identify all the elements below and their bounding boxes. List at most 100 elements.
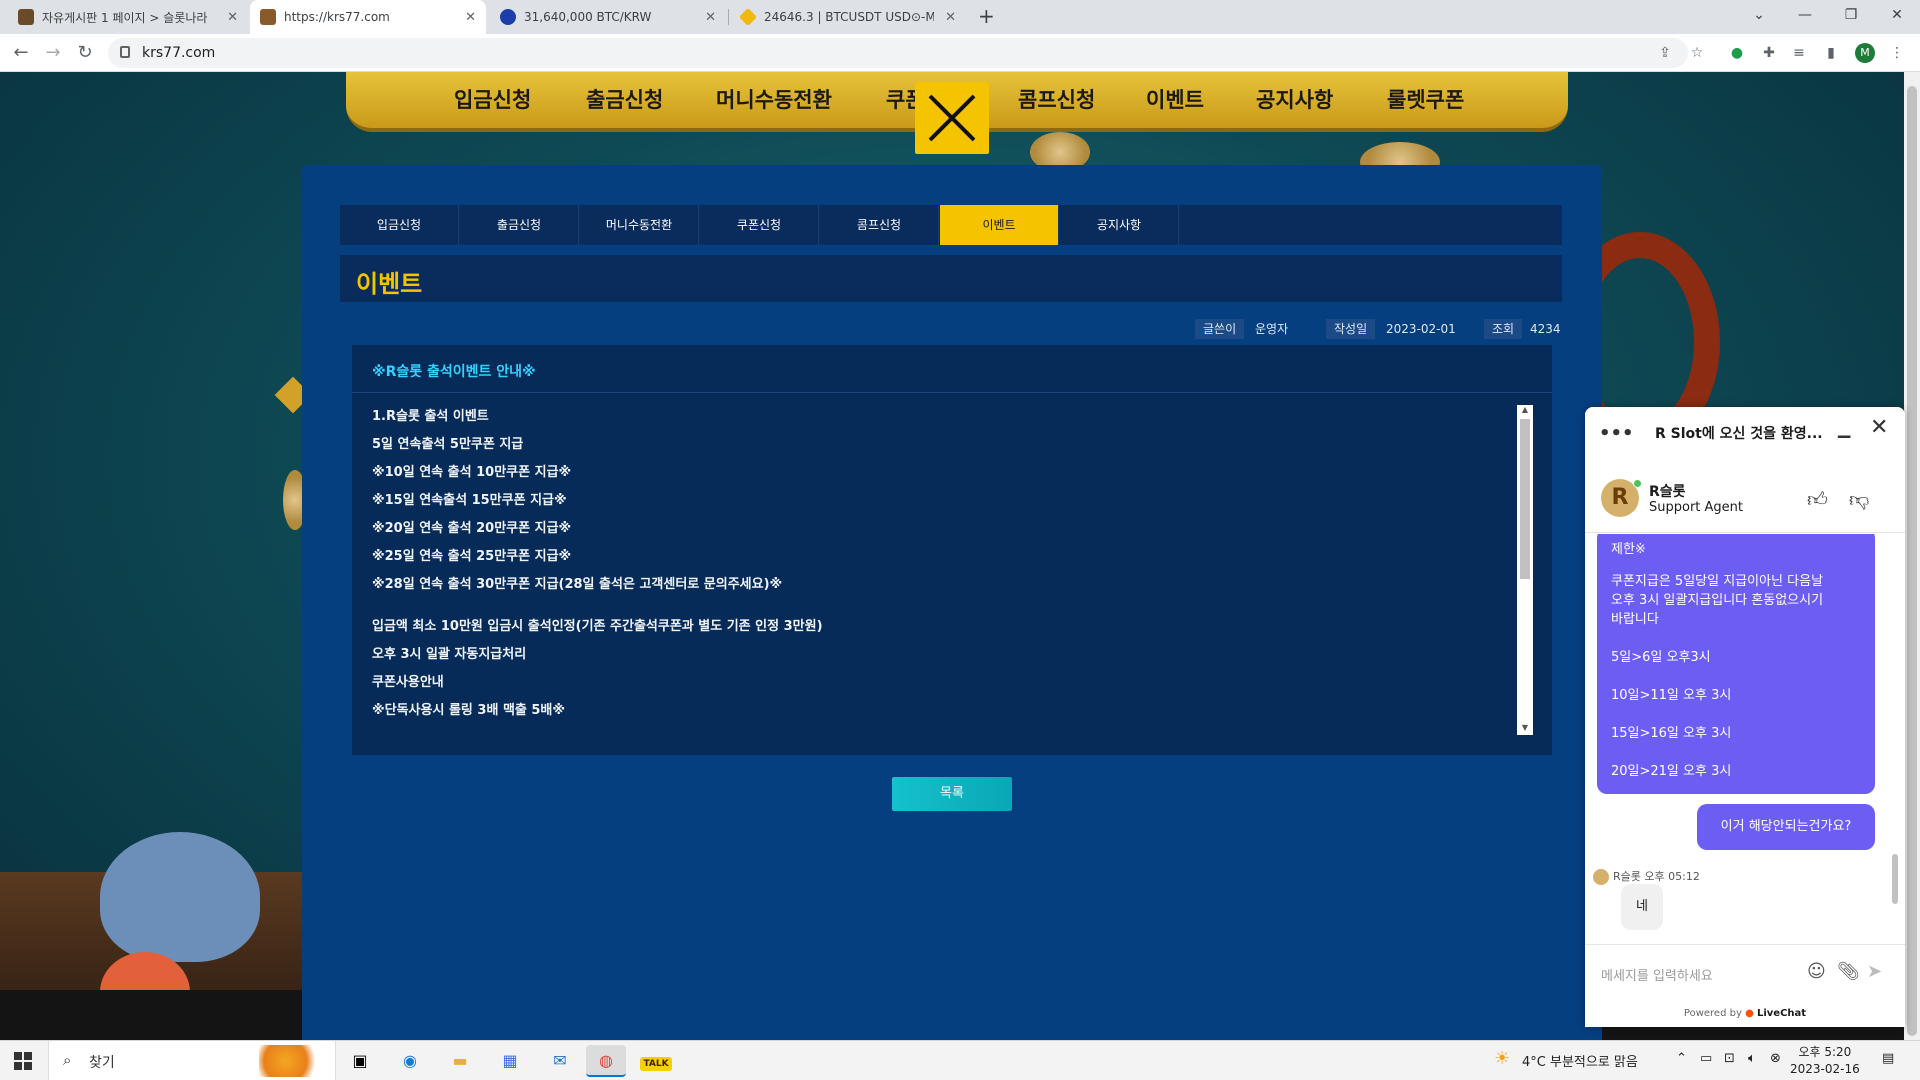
profile-avatar[interactable]: M bbox=[1855, 43, 1875, 63]
back-icon[interactable]: ← bbox=[8, 40, 34, 66]
close-tab-icon[interactable]: ✕ bbox=[945, 10, 956, 25]
site-favicon-icon bbox=[260, 9, 276, 25]
article-line: ※20일 연속 출석 20만쿠폰 지급※ bbox=[372, 521, 572, 536]
close-tab-icon[interactable]: ✕ bbox=[227, 10, 238, 25]
chat-message-log: 제한※ 쿠폰지급은 5일당일 지급이아닌 다음날 오후 3시 일괄지급입니다 혼… bbox=[1585, 534, 1905, 944]
subnav-notice[interactable]: 공지사항 bbox=[1060, 205, 1179, 245]
close-tab-icon[interactable]: ✕ bbox=[465, 10, 476, 25]
browser-tab[interactable]: 자유게시판 1 페이지 > 슬롯나라 ✕ bbox=[8, 0, 248, 34]
tab-search-icon[interactable]: ⌄ bbox=[1736, 0, 1782, 34]
taskbar-clock[interactable]: 오후 5:20 2023-02-16 bbox=[1790, 1044, 1860, 1078]
bookmark-star-icon[interactable]: ☆ bbox=[1687, 43, 1707, 63]
article-title: ※R슬롯 출석이벤트 안내※ bbox=[372, 364, 536, 380]
network-icon[interactable]: ⊡ bbox=[1724, 1051, 1735, 1066]
chat-input-area[interactable]: 메세지를 입력하세요 ☺ 📎︎ ➤ bbox=[1585, 944, 1905, 1000]
thumbs-down-icon[interactable]: 👎︎ bbox=[1849, 487, 1869, 512]
tab-title: https://krs77.com bbox=[284, 10, 390, 24]
browser-tab[interactable]: 31,640,000 BTC/KRW ✕ bbox=[490, 0, 726, 34]
agent-message-line: 제한※ bbox=[1611, 542, 1646, 557]
browser-tab[interactable]: 24646.3 | BTCUSDT USD⊙-Marg ✕ bbox=[730, 0, 966, 34]
volume-icon[interactable]: 🔈︎ bbox=[1748, 1051, 1756, 1066]
top-menu-event[interactable]: 이벤트 bbox=[1146, 84, 1204, 114]
page-scrollbar[interactable] bbox=[1904, 72, 1920, 1040]
new-tab-button[interactable]: + bbox=[978, 4, 995, 28]
author-value: 운영자 bbox=[1255, 322, 1289, 336]
kakaotalk-icon[interactable]: TALK bbox=[636, 1045, 676, 1077]
emoji-icon[interactable]: ☺ bbox=[1807, 961, 1826, 982]
share-icon[interactable]: ⇪ bbox=[1655, 43, 1675, 63]
browser-tab-active[interactable]: https://krs77.com ✕ bbox=[250, 0, 486, 34]
article-scrollbar[interactable]: ▲ ▼ bbox=[1517, 405, 1533, 735]
agent-message-line: 5일>6일 오후3시 bbox=[1611, 650, 1711, 665]
address-bar[interactable]: krs77.com bbox=[108, 38, 1688, 68]
chat-title: R Slot에 오신 것을 환영... bbox=[1655, 426, 1823, 442]
minimize-window-icon[interactable]: — bbox=[1782, 0, 1828, 34]
attachment-icon[interactable]: 📎︎ bbox=[1837, 961, 1860, 982]
reply-meta: R슬롯 오후 05:12 bbox=[1593, 868, 1700, 885]
article-line: ※28일 연속 출석 30만쿠폰 지급(28일 출석은 고객센터로 문의주세요)… bbox=[372, 577, 783, 592]
taskbar-search[interactable]: ⌕ 찾기 bbox=[48, 1041, 336, 1080]
microsoft-store-icon[interactable]: ▦ bbox=[490, 1045, 530, 1077]
site-favicon-icon bbox=[18, 9, 34, 25]
windows-start-icon[interactable] bbox=[14, 1052, 32, 1070]
task-view-icon[interactable]: ▣ bbox=[340, 1045, 380, 1077]
subnav-withdraw[interactable]: 출금신청 bbox=[460, 205, 579, 245]
chat-menu-icon[interactable]: ••• bbox=[1599, 423, 1634, 444]
top-menu-withdraw[interactable]: 출금신청 bbox=[586, 84, 663, 114]
scroll-thumb[interactable] bbox=[1520, 419, 1530, 579]
notification-icon[interactable]: ▤ bbox=[1882, 1051, 1894, 1066]
subnav-comp[interactable]: 콤프신청 bbox=[820, 205, 939, 245]
close-popup-button[interactable] bbox=[915, 82, 989, 154]
reply-meta-text: R슬롯 오후 05:12 bbox=[1613, 870, 1700, 883]
agent-name: R슬롯 bbox=[1649, 484, 1686, 500]
reload-icon[interactable]: ↻ bbox=[72, 40, 98, 66]
camera-icon[interactable]: ▭ bbox=[1700, 1051, 1712, 1066]
extension-icon[interactable]: ● bbox=[1727, 43, 1747, 63]
list-button[interactable]: 목록 bbox=[892, 777, 1012, 811]
top-menu-deposit[interactable]: 입금신청 bbox=[454, 84, 531, 114]
top-menu-roulette-coupon[interactable]: 룰렛쿠폰 bbox=[1387, 84, 1464, 114]
chat-scroll-thumb[interactable] bbox=[1892, 854, 1898, 904]
close-window-icon[interactable]: ✕ bbox=[1874, 0, 1920, 34]
subnav-event[interactable]: 이벤트 bbox=[940, 205, 1059, 245]
weather-icon[interactable]: ☀ bbox=[1494, 1048, 1510, 1069]
send-icon[interactable]: ➤ bbox=[1867, 961, 1882, 982]
article-line: 오후 3시 일괄 자동지급처리 bbox=[372, 647, 527, 662]
close-chat-icon[interactable]: ✕ bbox=[1870, 415, 1888, 440]
chrome-icon[interactable]: ◍ bbox=[586, 1045, 626, 1077]
livechat-widget: ••• R Slot에 오신 것을 환영... ▁ ✕ R R슬롯 Suppor… bbox=[1585, 407, 1905, 1027]
subnav-coupon[interactable]: 쿠폰신청 bbox=[700, 205, 819, 245]
clock-date: 2023-02-16 bbox=[1790, 1062, 1860, 1076]
date-label: 작성일 bbox=[1326, 319, 1376, 339]
thumbs-up-icon[interactable]: 👍︎ bbox=[1807, 487, 1828, 512]
extensions-puzzle-icon[interactable]: ✚ bbox=[1759, 43, 1779, 63]
powered-by-label: Powered by bbox=[1683, 1008, 1742, 1019]
input-method-icon[interactable]: ⊗ bbox=[1770, 1051, 1781, 1066]
tray-overflow-icon[interactable]: ⌃ bbox=[1676, 1051, 1687, 1066]
scroll-down-icon[interactable]: ▼ bbox=[1517, 723, 1533, 735]
top-menu-money-transfer[interactable]: 머니수동전환 bbox=[716, 84, 832, 114]
page-scroll-thumb[interactable] bbox=[1907, 86, 1917, 1036]
mail-icon[interactable]: ✉ bbox=[540, 1045, 580, 1077]
browser-menu-icon[interactable]: ⋮ bbox=[1887, 43, 1907, 63]
close-tab-icon[interactable]: ✕ bbox=[705, 10, 716, 25]
weather-status[interactable]: 4°C 부분적으로 맑음 bbox=[1522, 1051, 1638, 1070]
media-control-icon[interactable]: ≡ bbox=[1789, 43, 1809, 63]
views-value: 4234 bbox=[1530, 322, 1561, 336]
minimize-chat-icon[interactable]: ▁ bbox=[1838, 419, 1850, 438]
forward-icon[interactable]: → bbox=[40, 40, 66, 66]
file-explorer-icon[interactable]: ▬ bbox=[440, 1045, 480, 1077]
subnav-money-transfer[interactable]: 머니수동전환 bbox=[580, 205, 699, 245]
top-menu-notice[interactable]: 공지사항 bbox=[1256, 84, 1333, 114]
shark-character-decoration bbox=[100, 832, 260, 962]
scroll-up-icon[interactable]: ▲ bbox=[1517, 405, 1533, 417]
tab-title: 24646.3 | BTCUSDT USD⊙-Marg bbox=[764, 10, 934, 24]
top-menu-comp[interactable]: 콤프신청 bbox=[1018, 84, 1095, 114]
chat-message-input[interactable]: 메세지를 입력하세요 bbox=[1601, 965, 1713, 984]
subnav-deposit[interactable]: 입금신청 bbox=[340, 205, 459, 245]
edge-browser-icon[interactable]: ◉ bbox=[390, 1045, 430, 1077]
kakaotalk-label: TALK bbox=[640, 1057, 672, 1071]
restore-window-icon[interactable]: ❐ bbox=[1828, 0, 1874, 34]
side-panel-icon[interactable]: ▮ bbox=[1821, 43, 1841, 63]
chat-scrollbar[interactable] bbox=[1889, 534, 1901, 944]
